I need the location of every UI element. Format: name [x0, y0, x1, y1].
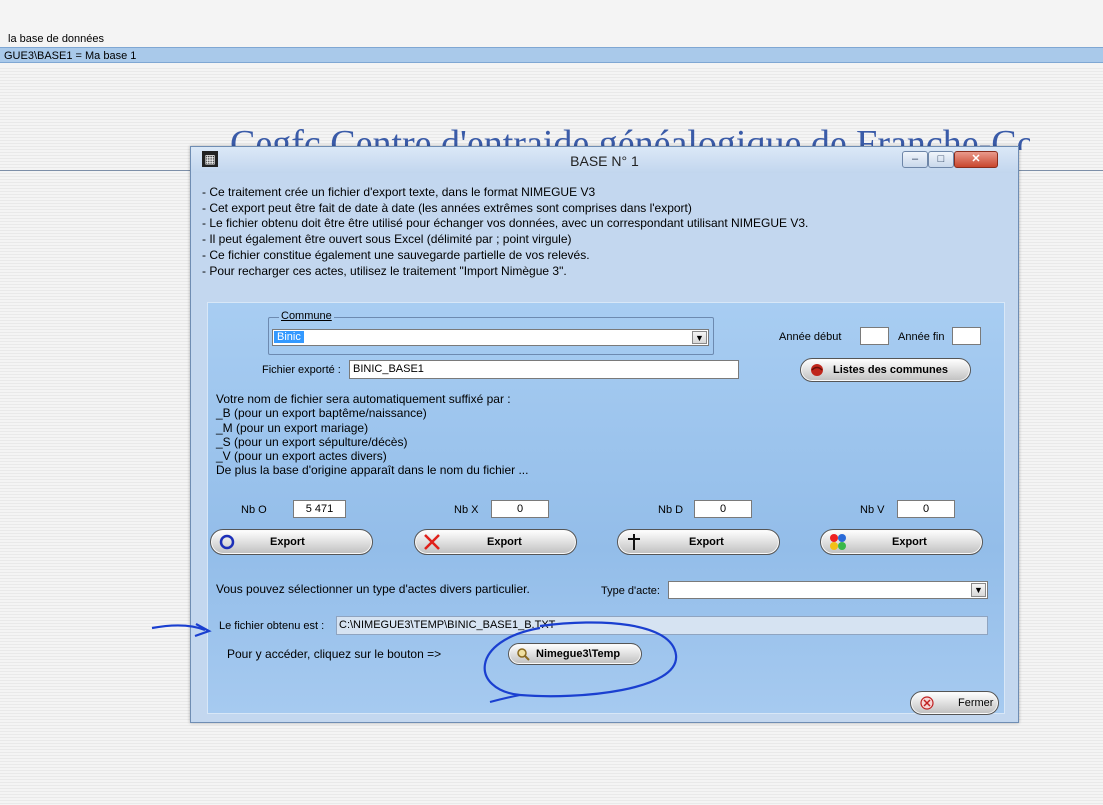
close-circle-icon — [920, 696, 934, 710]
info-line: - Cet export peut être fait de date à da… — [202, 200, 692, 215]
annee-debut-input[interactable] — [860, 327, 889, 345]
commune-group: Commune Binic ▼ — [268, 310, 714, 355]
chevron-down-icon[interactable]: ▼ — [971, 583, 986, 597]
select-type-text: Vous pouvez sélectionner un type d'actes… — [216, 582, 530, 596]
result-path-field[interactable]: C:\NIMEGUE3\TEMP\BINIC_BASE1_B.TXT — [336, 616, 988, 635]
suffix-line: De plus la base d'origine apparaît dans … — [216, 463, 529, 478]
fermer-label: Fermer — [958, 697, 994, 709]
annee-fin-input[interactable] — [952, 327, 981, 345]
nb-d-label: Nb D — [658, 504, 684, 516]
suffix-line: _V (pour un export actes divers) — [216, 449, 387, 464]
export-panel: Commune Binic ▼ Année début Année fin Fi… — [207, 302, 1005, 714]
export-sepulture-label: Export — [689, 536, 724, 548]
info-line: - Ce traitement crée un fichier d'export… — [202, 185, 596, 199]
export-divers-label: Export — [892, 536, 927, 548]
suffix-line: _M (pour un export mariage) — [216, 420, 369, 435]
background-separator — [0, 170, 190, 171]
red-globe-icon — [811, 364, 823, 376]
fichier-exporte-label: Fichier exporté : — [262, 364, 341, 376]
export-bapteme-label: Export — [270, 536, 305, 548]
nb-o-value: 5 471 — [293, 500, 346, 518]
export-dialog: ▦ BASE N° 1 – □ ✕ - Ce traitement crée u… — [190, 146, 1019, 723]
chevron-down-icon[interactable]: ▼ — [692, 331, 707, 344]
listes-communes-label: Listes des communes — [833, 364, 948, 376]
nb-x-value: 0 — [491, 500, 549, 518]
export-mariage-button[interactable]: Export — [414, 529, 577, 555]
annee-fin-label: Année fin — [898, 331, 945, 343]
title-bar[interactable]: ▦ BASE N° 1 – □ ✕ — [191, 147, 1018, 173]
access-text: Pour y accéder, cliquez sur le bouton => — [227, 647, 442, 661]
nb-d-value: 0 — [694, 500, 752, 518]
suffix-line: _B (pour un export baptême/naissance) — [216, 406, 427, 421]
listes-communes-button[interactable]: Listes des communes — [800, 358, 971, 382]
suffix-line: Votre nom de fichier sera automatiquemen… — [216, 392, 511, 406]
fichier-exporte-input[interactable]: BINIC_BASE1 — [349, 360, 739, 379]
window-title: BASE N° 1 — [570, 153, 639, 169]
fermer-button[interactable]: Fermer — [910, 691, 999, 715]
database-row-selected[interactable]: GUE3\BASE1 = Ma base 1 — [0, 47, 1103, 63]
result-label: Le fichier obtenu est : — [219, 620, 325, 632]
info-line: - Ce fichier constitue également une sau… — [202, 247, 590, 262]
maximize-button[interactable]: □ — [928, 151, 954, 168]
suffix-line: _S (pour un export sépulture/décès) — [216, 434, 408, 449]
background-separator — [1019, 170, 1103, 171]
info-line: - Pour recharger ces actes, utilisez le … — [202, 263, 567, 278]
suffix-explanation: Votre nom de fichier sera automatiquemen… — [216, 392, 528, 478]
export-divers-button[interactable]: Export — [820, 529, 983, 555]
nb-v-value: 0 — [897, 500, 955, 518]
export-bapteme-button[interactable]: Export — [210, 529, 373, 555]
nb-o-label: Nb O — [241, 504, 267, 516]
annee-debut-label: Année début — [779, 331, 842, 343]
info-line: - Le fichier obtenu doit être être utili… — [202, 216, 809, 231]
red-x-icon — [424, 534, 440, 550]
export-sepulture-button[interactable]: Export — [617, 529, 780, 555]
commune-select[interactable]: Binic ▼ — [272, 329, 709, 346]
colored-dots-icon — [830, 534, 846, 550]
export-mariage-label: Export — [487, 536, 522, 548]
info-text: - Ce traitement crée un fichier d'export… — [202, 185, 1012, 279]
nb-v-label: Nb V — [860, 504, 885, 516]
open-temp-folder-label: Nimegue3\Temp — [536, 648, 621, 660]
open-temp-folder-button[interactable]: Nimegue3\Temp — [508, 643, 642, 665]
close-window-button[interactable]: ✕ — [954, 151, 998, 168]
commune-value: Binic — [274, 331, 304, 343]
circle-o-icon — [219, 534, 235, 550]
type-acte-select[interactable]: ▼ — [668, 581, 988, 599]
database-label: la base de données — [8, 33, 105, 45]
magnifier-icon — [517, 648, 530, 661]
info-line: - Il peut également être ouvert sous Exc… — [202, 232, 572, 247]
nb-x-label: Nb X — [454, 504, 479, 516]
commune-label: Commune — [279, 310, 334, 322]
type-acte-label: Type d'acte: — [601, 585, 660, 597]
cross-icon — [628, 534, 640, 550]
minimize-button[interactable]: – — [902, 151, 928, 168]
